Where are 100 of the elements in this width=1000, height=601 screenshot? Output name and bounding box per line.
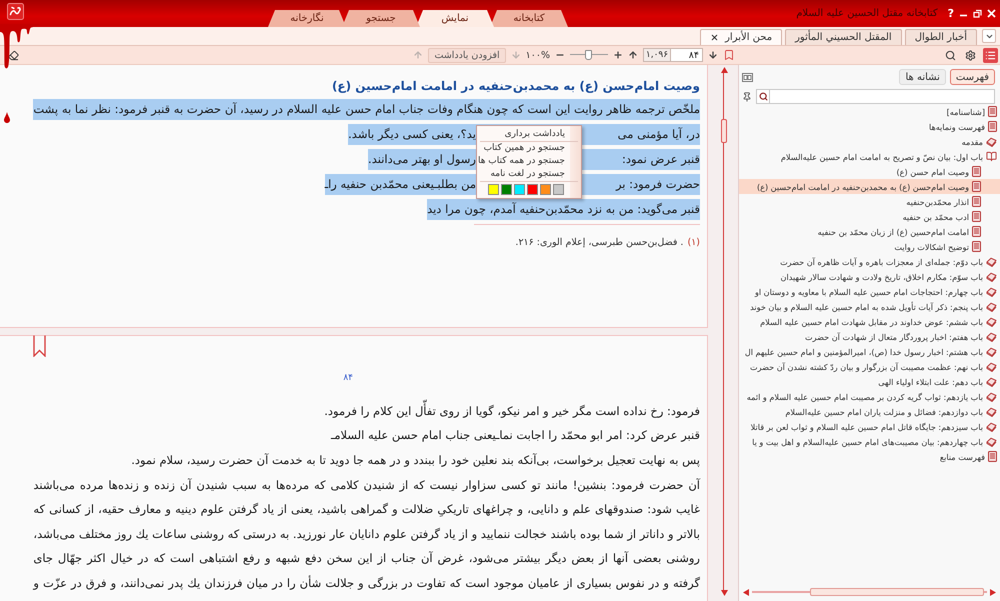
tree-item[interactable]: باب چهارم: احتجاجات امام حسین علیه السلام با معاویه و دوستان او	[739, 284, 1000, 299]
tree-item[interactable]: باب اول: بیان نصّ و تصریح به امامت امام حسین علیه‌السلام	[739, 149, 1000, 164]
tree-item[interactable]: [شناسنامه]	[739, 104, 1000, 119]
settings-button[interactable]	[963, 48, 978, 62]
tree-item[interactable]: باب ششم: عوض خداوند در مقابل شهادت امام حسین علیه السلام	[739, 314, 1000, 329]
sidebar-tab[interactable]: نشانه ها	[899, 69, 946, 85]
tree-item[interactable]: باب دهم: علت ابتلاء اولیاء الهی	[739, 374, 1000, 389]
close-icon[interactable]	[987, 9, 996, 18]
search-icon	[945, 50, 956, 60]
restore-icon[interactable]	[973, 9, 982, 18]
tree-item[interactable]: باب سوّم: مکارم اخلاق، تاریخ ولادت و شهادت سالار شهیدان	[739, 269, 1000, 284]
tree-item[interactable]: فهرست منابع	[739, 449, 1000, 464]
tree-item[interactable]: باب پنجم: ذکر آیات تأویل شده به امام حسین علیه السلام و بیان خوند	[739, 299, 1000, 314]
blood-drip-drawing	[0, 24, 40, 70]
pin-icon[interactable]	[742, 92, 752, 102]
document-icon	[988, 451, 997, 462]
tab-list-button[interactable]	[982, 29, 996, 43]
eraser-icon[interactable]	[8, 50, 19, 60]
list-icon	[985, 50, 996, 60]
color-swatch[interactable]	[540, 184, 551, 195]
tree-item[interactable]: توضیح اشکالات روایت	[739, 239, 1000, 254]
scroll-right-icon[interactable]	[990, 588, 996, 596]
main-tab[interactable]: کتابخانه	[490, 10, 568, 27]
body-text: قنبر می‌گوید: من به نزد محمّدبن‌حنفیه آمدم، چون مرا دید	[427, 199, 700, 220]
body-text: قنبر عرض نمود:	[582, 149, 700, 170]
body-text: حضرت فرمود: بر	[582, 174, 700, 195]
menu-item[interactable]: جستجو در لغت نامه	[477, 168, 581, 181]
body-text: ملخّص ترجمه ظاهر روایت این است که چون هنگام وفات جناب امام حسن علیه السلام در رسید، آن حضرت به قنبر فرمود: نظر نما به پشت	[33, 99, 700, 120]
slider-thumb[interactable]	[584, 50, 592, 60]
footnote-text: . فضل‌بن‌حسن طبرسی، إعلام الوری: ۲۱۶.	[515, 236, 684, 248]
body-text: بالاتر و داناتر از شما بوده باشند خجالت ننمایید و از یاد گرفتن علوم دانایان عار نورزید. به درستی که روشنی ساعات یك روز مختلف می‌باشد،	[33, 526, 700, 543]
tree-item[interactable]: امامت امام‌حسین (ع) از زبان محمّد بن حنفیه	[739, 224, 1000, 239]
tree-item[interactable]: باب چهاردهم: بیان مصیبت‌های امام حسین علیه‌السلام و اهل بیت و یا	[739, 434, 1000, 449]
sidebar-tab[interactable]: فهرست	[950, 69, 995, 85]
body-text: من بطلبـیعنی محمّدبن حنفیه راـ	[324, 174, 476, 195]
plus-icon[interactable]	[613, 50, 623, 60]
book-tab[interactable]: أخبار الطوال	[904, 29, 977, 45]
window-title: کتابخانه مقتل الحسین علیه السلام	[796, 8, 938, 19]
contents-button[interactable]	[983, 48, 998, 62]
scrollbar-track[interactable]	[752, 588, 987, 596]
help-button[interactable]: ?	[948, 8, 954, 20]
body-text: پس به نهایت تعجیل برخواست، بی‌آنکه بند نعلین خود را ببندد و در همه جا دوید تا به خدمت آن حضرت رسید، سلام نمود.	[131, 452, 700, 469]
search-icon	[758, 92, 768, 101]
scroll-left-icon[interactable]	[743, 588, 749, 596]
main-tab[interactable]: جستجو	[342, 10, 420, 27]
document-icon	[972, 226, 981, 237]
close-icon[interactable]	[710, 33, 720, 42]
main-tab[interactable]: نگارخانه	[268, 10, 346, 27]
tree-item[interactable]: مقدمه	[739, 134, 1000, 149]
body-text: در، آیا مؤمنی می	[582, 124, 700, 145]
book-tab[interactable]: المقتل الحسيني المأثور	[785, 29, 902, 45]
menu-item[interactable]: جستجو در همین کتاب	[477, 142, 581, 155]
body-text: آن حضرت فرمود: بنشین! مانند تو کسی سزاوار نیست که از شنیدن کلامی که مرده‌ها به سبب شنیدن آن زنده و زنده‌ها مرده می‌باشند	[33, 476, 700, 494]
tree-item[interactable]: انذار محمّدبن‌حنفیه	[739, 194, 1000, 209]
body-text: روشنی بعضی آنها از بعض دیگر بیشتر می‌شود، غرض آن جناب از این سخن دفع شبهه و رفع اشتباهی است که در خیال اکثر جهّال جای	[33, 550, 700, 568]
footnote-number[interactable]: (۱)	[687, 236, 700, 248]
color-swatch[interactable]	[514, 184, 525, 195]
tree-item[interactable]: باب یازدهم: ثواب گریه کردن بر مصیبت امام حسین علیه السلام و ائمه	[739, 389, 1000, 404]
section-heading: وصیت امام‌حسن (ع) به محمدبن‌حنفیه در امامت امام‌حسین (ع)	[330, 78, 700, 95]
main-tab[interactable]: نمایش	[416, 10, 494, 27]
tree-item[interactable]: فهرست ونمایه‌ها	[739, 119, 1000, 134]
page-input[interactable]: ۸۴	[670, 48, 703, 62]
document-icon	[988, 121, 997, 132]
color-swatch[interactable]	[488, 184, 499, 195]
tree-item[interactable]: باب هشتم: اخبار رسول خدا (ص)، امیرالمؤمنین و امام حسین علیهم ال	[739, 344, 1000, 359]
tree-item[interactable]: باب سیزدهم: جایگاه قاتل امام حسین علیه السلام و ثواب لعن بر قاتلا	[739, 419, 1000, 434]
tree-item[interactable]: وصیت امام حسن (ع)	[739, 164, 1000, 179]
search-field[interactable]	[756, 89, 995, 104]
bookmark-icon[interactable]	[723, 49, 735, 61]
tree-item[interactable]: وصیت امام‌حسن (ع) به محمدبن‌حنفیه در امامت امام‌حسین (ع)	[739, 179, 1000, 194]
tree-item[interactable]: باب دوّم: جمله‌ای از معجزات باهره و آیات ظاهره آن حضرت	[739, 254, 1000, 269]
tree-item[interactable]: باب نهم: عظمت مصیبت آن بزرگوار و بیان ردّ کشته نشدن آن حضرت	[739, 359, 1000, 374]
arrow-up-icon[interactable]	[628, 50, 638, 60]
body-text: رسول او بهتر می‌دانند.	[368, 149, 476, 170]
document-icon	[972, 211, 981, 222]
page-number: ۸۴	[343, 373, 354, 383]
settings-icon	[965, 50, 976, 60]
color-swatch[interactable]	[553, 184, 564, 195]
menu-item[interactable]: یادداشت برداری	[477, 128, 581, 141]
book-tab[interactable]: محن الأبرار	[700, 29, 782, 45]
add-note-button[interactable]: افزودن یادداشت	[428, 48, 506, 62]
tree-item[interactable]: ادب محمّد بن حنفیه	[739, 209, 1000, 224]
color-swatch[interactable]	[527, 184, 538, 195]
document-icon	[972, 166, 981, 177]
color-swatch[interactable]	[501, 184, 512, 195]
tree-item[interactable]: باب دوازدهم: فضائل و منزلت یاران امام حسین علیه‌السلام	[739, 404, 1000, 419]
zoom-reading: ۱۰۰%	[526, 50, 550, 60]
arrow-down-icon[interactable]	[708, 50, 718, 60]
document-icon	[988, 106, 997, 117]
scrollbar-thumb[interactable]	[721, 119, 727, 143]
scrollbar-thumb[interactable]	[810, 588, 984, 596]
page-count: ۱,۰۹۶	[643, 48, 671, 62]
tree-item[interactable]: باب هفتم: اخبار پروردگار متعال از شهادت آن حضرت	[739, 329, 1000, 344]
document-icon	[972, 181, 981, 192]
bookmark-icon[interactable]	[33, 335, 46, 357]
body-text: قنبر عرض کرد: امر ابو محمّد را اجابت نماـیعنی جناب امام حسن علیه السلامـ	[330, 427, 700, 444]
menu-item[interactable]: جستجو در همه کتاب ها	[477, 155, 581, 168]
app-logo-icon	[7, 3, 24, 20]
body-text: ید؟، یعنی کسی دیگر باشد.	[348, 124, 476, 145]
columns-icon[interactable]	[742, 72, 753, 82]
